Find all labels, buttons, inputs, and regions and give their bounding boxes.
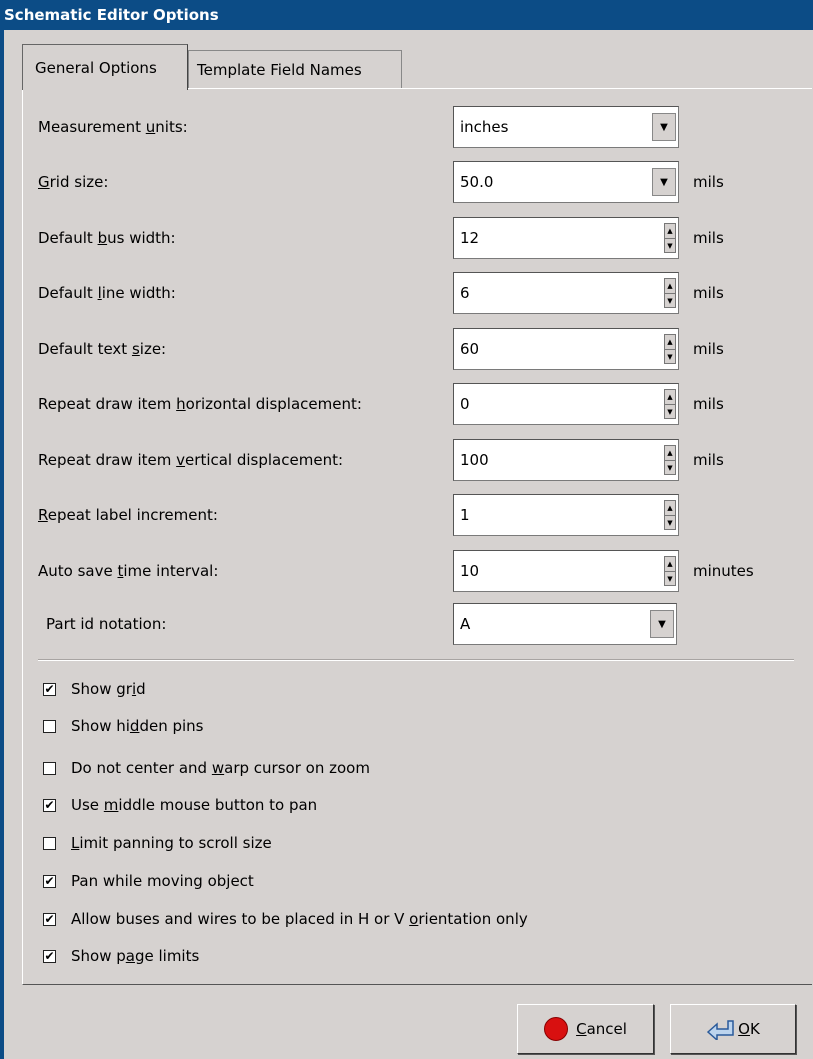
checkbox-label: Show page limits [71,947,200,965]
separator [38,659,794,661]
tab-template-field-names[interactable]: Template Field Names [188,50,402,88]
bus-width-spinbox[interactable]: 12 ▲ ▼ [453,217,679,259]
spin-arrows-icon[interactable]: ▲ ▼ [664,445,676,475]
checkbox-label: Show grid [71,680,146,698]
label-label-increment: Repeat label increment: [38,506,218,524]
unit-h-displacement: mils [693,395,724,413]
spin-arrows-icon[interactable]: ▲ ▼ [664,389,676,419]
label-measurement-units: Measurement units: [38,118,188,136]
label-part-id: Part id notation: [46,615,167,633]
checkbox-row[interactable]: ✔ Show page limits [43,946,199,966]
spin-arrows-icon[interactable]: ▲ ▼ [664,500,676,530]
checkbox-row[interactable]: ✔ Show grid [43,679,146,699]
checkbox-row[interactable]: Do not center and warp cursor on zoom [43,758,370,778]
spin-value: 10 [460,562,480,580]
checkbox[interactable]: ✔ [43,682,56,696]
tab-general-options[interactable]: General Options [22,44,188,90]
label-grid-size: Grid size: [38,173,109,191]
unit-text-size: mils [693,340,724,358]
h-displacement-spinbox[interactable]: 0 ▲ ▼ [453,383,679,425]
label-text-size: Default text size: [38,340,167,358]
line-width-spinbox[interactable]: 6 ▲ ▼ [453,272,679,314]
measurement-units-select[interactable]: inches ▼ [453,106,679,148]
checkbox-label: Pan while moving object [71,872,254,890]
spin-arrows-icon[interactable]: ▲ ▼ [664,278,676,308]
checkbox-row[interactable]: Show hidden pins [43,716,204,736]
selected-value: inches [460,118,509,136]
cancel-button[interactable]: Cancel [517,1004,654,1054]
enter-arrow-icon [707,1020,734,1040]
part-id-select[interactable]: A ▼ [453,603,677,645]
checkbox-label: Use middle mouse button to pan [71,796,318,814]
spin-value: 6 [460,284,470,302]
checkbox[interactable]: ✔ [43,949,56,963]
unit-grid-size: mils [693,173,724,191]
spin-arrows-icon[interactable]: ▲ ▼ [664,223,676,253]
label-v-displacement: Repeat draw item vertical displacement: [38,451,344,469]
checkbox-label: Do not center and warp cursor on zoom [71,759,370,777]
label-line-width: Default line width: [38,284,176,302]
spin-value: 12 [460,229,480,247]
unit-v-displacement: mils [693,451,724,469]
text-size-spinbox[interactable]: 60 ▲ ▼ [453,328,679,370]
cancel-label: Cancel [576,1020,627,1038]
window-title: Schematic Editor Options [4,6,219,24]
spin-value: 1 [460,506,470,524]
unit-autosave: minutes [693,562,754,580]
checkbox[interactable] [43,836,56,850]
chevron-down-icon[interactable]: ▼ [652,113,676,141]
label-bus-width: Default bus width: [38,229,176,247]
window-border [0,30,4,1059]
chevron-down-icon[interactable]: ▼ [652,168,676,196]
unit-line-width: mils [693,284,724,302]
tab-label: General Options [35,59,157,77]
checkbox-label: Show hidden pins [71,717,204,735]
grid-size-select[interactable]: 50.0 ▼ [453,161,679,203]
spin-value: 100 [460,451,489,469]
checkbox-row[interactable]: ✔ Use middle mouse button to pan [43,795,317,815]
label-h-displacement: Repeat draw item horizontal displacement… [38,395,362,413]
spin-arrows-icon[interactable]: ▲ ▼ [664,556,676,586]
spin-value: 60 [460,340,480,358]
autosave-spinbox[interactable]: 10 ▲ ▼ [453,550,679,592]
selected-value: A [460,615,471,633]
label-autosave: Auto save time interval: [38,562,219,580]
spin-value: 0 [460,395,470,413]
checkbox-row[interactable]: ✔ Allow buses and wires to be placed in H… [43,909,528,929]
checkbox[interactable]: ✔ [43,798,56,812]
v-displacement-spinbox[interactable]: 100 ▲ ▼ [453,439,679,481]
checkbox[interactable]: ✔ [43,874,56,888]
checkbox[interactable] [43,761,56,775]
checkbox-row[interactable]: Limit panning to scroll size [43,833,272,853]
checkbox-label: Allow buses and wires to be placed in H … [71,910,528,928]
window-titlebar: Schematic Editor Options [0,0,813,30]
label-increment-spinbox[interactable]: 1 ▲ ▼ [453,494,679,536]
unit-bus-width: mils [693,229,724,247]
ok-button[interactable]: OK [670,1004,796,1054]
checkbox[interactable]: ✔ [43,912,56,926]
checkbox-label: Limit panning to scroll size [71,834,272,852]
ok-label: OK [738,1020,760,1038]
stop-icon [544,1017,569,1041]
selected-value: 50.0 [460,173,494,191]
checkbox[interactable] [43,719,56,733]
tab-label: Template Field Names [197,61,362,79]
spin-arrows-icon[interactable]: ▲ ▼ [664,334,676,364]
checkbox-row[interactable]: ✔ Pan while moving object [43,871,254,891]
chevron-down-icon[interactable]: ▼ [650,610,674,638]
